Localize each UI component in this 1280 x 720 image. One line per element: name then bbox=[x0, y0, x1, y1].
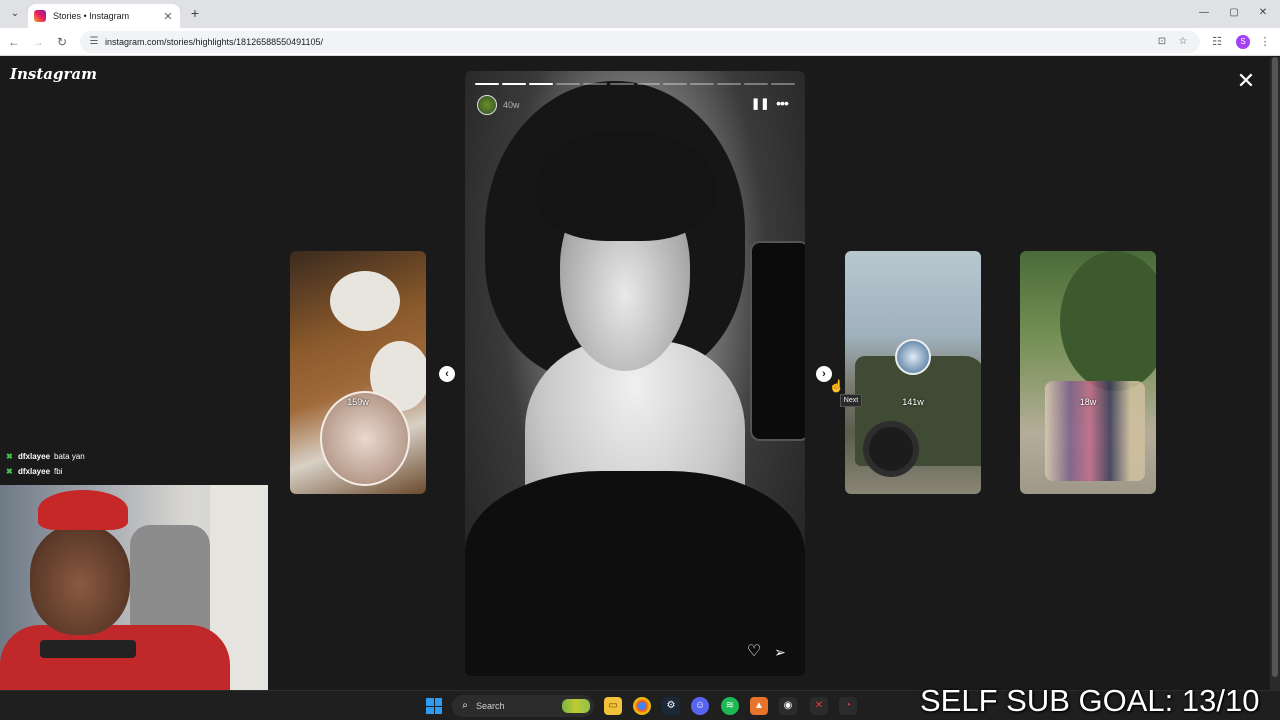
minimize-button[interactable]: — bbox=[1196, 6, 1212, 20]
active-story[interactable]: 40w ❚❚ ••• ♡ ➢ bbox=[465, 71, 805, 676]
progress-segment bbox=[771, 83, 796, 85]
mouse-cursor-icon: ☝ bbox=[829, 379, 844, 393]
scrollbar-thumb[interactable] bbox=[1272, 57, 1278, 677]
chat-badge-icon: ✖ bbox=[6, 452, 13, 461]
story-timestamp: 40w bbox=[503, 100, 520, 110]
previous-story-arrow-icon[interactable]: ‹ bbox=[439, 366, 455, 382]
obs-icon[interactable]: ◉ bbox=[779, 697, 797, 715]
close-viewer-button[interactable]: ✕ bbox=[1234, 69, 1258, 93]
browser-titlebar: ⌄ Stories • Instagram ✕ + — ▢ ✕ bbox=[0, 0, 1280, 28]
progress-segment bbox=[501, 83, 526, 85]
story-preview-3[interactable]: 18w bbox=[1020, 251, 1156, 494]
address-bar[interactable]: ☰ instagram.com/stories/highlights/18126… bbox=[80, 31, 1200, 53]
sub-goal-overlay: SELF SUB GOAL: 13/10 bbox=[920, 683, 1260, 718]
discord-icon[interactable]: ☺ bbox=[691, 697, 709, 715]
page-scrollbar[interactable] bbox=[1270, 57, 1280, 690]
preview-plate bbox=[330, 271, 400, 331]
file-explorer-icon[interactable]: ▭ bbox=[604, 697, 622, 715]
next-tooltip: Next bbox=[840, 394, 862, 407]
chat-text: fbi bbox=[54, 467, 63, 476]
progress-segment bbox=[744, 83, 769, 85]
back-button[interactable]: ← bbox=[6, 34, 22, 50]
progress-segment bbox=[609, 83, 634, 85]
search-highlight-icon bbox=[562, 699, 590, 713]
webcam-microphone bbox=[40, 640, 136, 658]
tab-close-icon[interactable]: ✕ bbox=[162, 10, 174, 23]
instagram-logo[interactable]: Instagram bbox=[10, 65, 97, 83]
url-text[interactable]: instagram.com/stories/highlights/1812658… bbox=[105, 31, 323, 53]
chat-username: dfxlayee bbox=[18, 467, 51, 476]
progress-segment bbox=[555, 83, 580, 85]
share-icon[interactable]: ➢ bbox=[771, 643, 789, 661]
story-photo-bangs bbox=[535, 131, 715, 241]
chat-message: ✖ dfxlayee fbi bbox=[6, 464, 206, 479]
preview-age-label: 141w bbox=[902, 397, 924, 407]
progress-segment bbox=[663, 83, 688, 85]
preview-wheel bbox=[863, 421, 919, 477]
pause-icon[interactable]: ❚❚ bbox=[751, 97, 769, 111]
story-preview-2[interactable]: 141w bbox=[845, 251, 981, 494]
new-tab-button[interactable]: + bbox=[188, 6, 202, 20]
chat-username: dfxlayee bbox=[18, 452, 51, 461]
profile-avatar[interactable]: S bbox=[1236, 35, 1250, 49]
story-viewer: Instagram ✕ 159w 40w ❚❚ ••• ♡ ➢ 141w 18w… bbox=[0, 57, 1280, 690]
progress-segment bbox=[582, 83, 607, 85]
tab-instagram-stories[interactable]: Stories • Instagram ✕ bbox=[28, 4, 180, 28]
site-info-icon[interactable]: ☰ bbox=[88, 36, 100, 48]
preview-avatar-bubble bbox=[895, 339, 931, 375]
chrome-icon[interactable] bbox=[633, 697, 651, 715]
preview-age-label: 18w bbox=[1079, 397, 1097, 407]
preview-age-label: 159w bbox=[347, 397, 369, 407]
menu-kebab-icon[interactable]: ⋮ bbox=[1258, 35, 1272, 49]
steam-icon[interactable]: ⚙ bbox=[662, 697, 680, 715]
taskbar-search[interactable]: ⌕ Search bbox=[452, 695, 594, 717]
progress-segment bbox=[528, 83, 553, 85]
story-photo-phone bbox=[750, 241, 805, 441]
app-swirl-icon[interactable]: ◔ bbox=[839, 697, 857, 715]
story-progress-bar bbox=[475, 83, 796, 85]
progress-segment bbox=[717, 83, 742, 85]
streamer-webcam bbox=[0, 485, 268, 690]
story-preview-1[interactable]: 159w bbox=[290, 251, 426, 494]
windows-start-icon[interactable] bbox=[426, 698, 442, 714]
webcam-hat bbox=[38, 490, 128, 530]
reading-list-icon[interactable]: ☷ bbox=[1210, 35, 1224, 49]
browser-toolbar: ← → ↻ ☰ instagram.com/stories/highlights… bbox=[0, 28, 1280, 56]
chat-badge-icon: ✖ bbox=[6, 467, 13, 476]
heart-icon[interactable]: ♡ bbox=[745, 643, 763, 661]
maximize-button[interactable]: ▢ bbox=[1226, 6, 1242, 20]
taskbar-search-label: Search bbox=[476, 701, 505, 711]
webcam-head bbox=[30, 525, 130, 635]
stream-chat: ✖ dfxlayee bata yan ✖ dfxlayee fbi bbox=[6, 449, 206, 479]
progress-segment bbox=[475, 83, 499, 85]
search-icon: ⌕ bbox=[462, 700, 468, 711]
progress-segment bbox=[636, 83, 661, 85]
progress-segment bbox=[690, 83, 715, 85]
chat-text: bata yan bbox=[54, 452, 85, 461]
preview-people bbox=[1045, 381, 1145, 481]
window-close-button[interactable]: ✕ bbox=[1255, 6, 1271, 20]
more-options-icon[interactable]: ••• bbox=[773, 95, 791, 111]
chat-message: ✖ dfxlayee bata yan bbox=[6, 449, 206, 464]
preview-tree bbox=[1060, 251, 1156, 391]
tab-title: Stories • Instagram bbox=[53, 11, 130, 21]
install-app-icon[interactable]: ⊡ bbox=[1156, 36, 1168, 48]
app-icon[interactable]: ▲ bbox=[750, 697, 768, 715]
instagram-favicon-icon bbox=[34, 10, 46, 22]
app-x-icon[interactable]: ✕ bbox=[810, 697, 828, 715]
story-author-avatar[interactable] bbox=[477, 95, 497, 115]
bookmark-star-icon[interactable]: ☆ bbox=[1177, 36, 1189, 48]
forward-button[interactable]: → bbox=[30, 34, 46, 50]
tab-search-icon[interactable]: ⌄ bbox=[8, 7, 22, 21]
spotify-icon[interactable]: ≋ bbox=[721, 697, 739, 715]
reload-button[interactable]: ↻ bbox=[54, 34, 70, 50]
